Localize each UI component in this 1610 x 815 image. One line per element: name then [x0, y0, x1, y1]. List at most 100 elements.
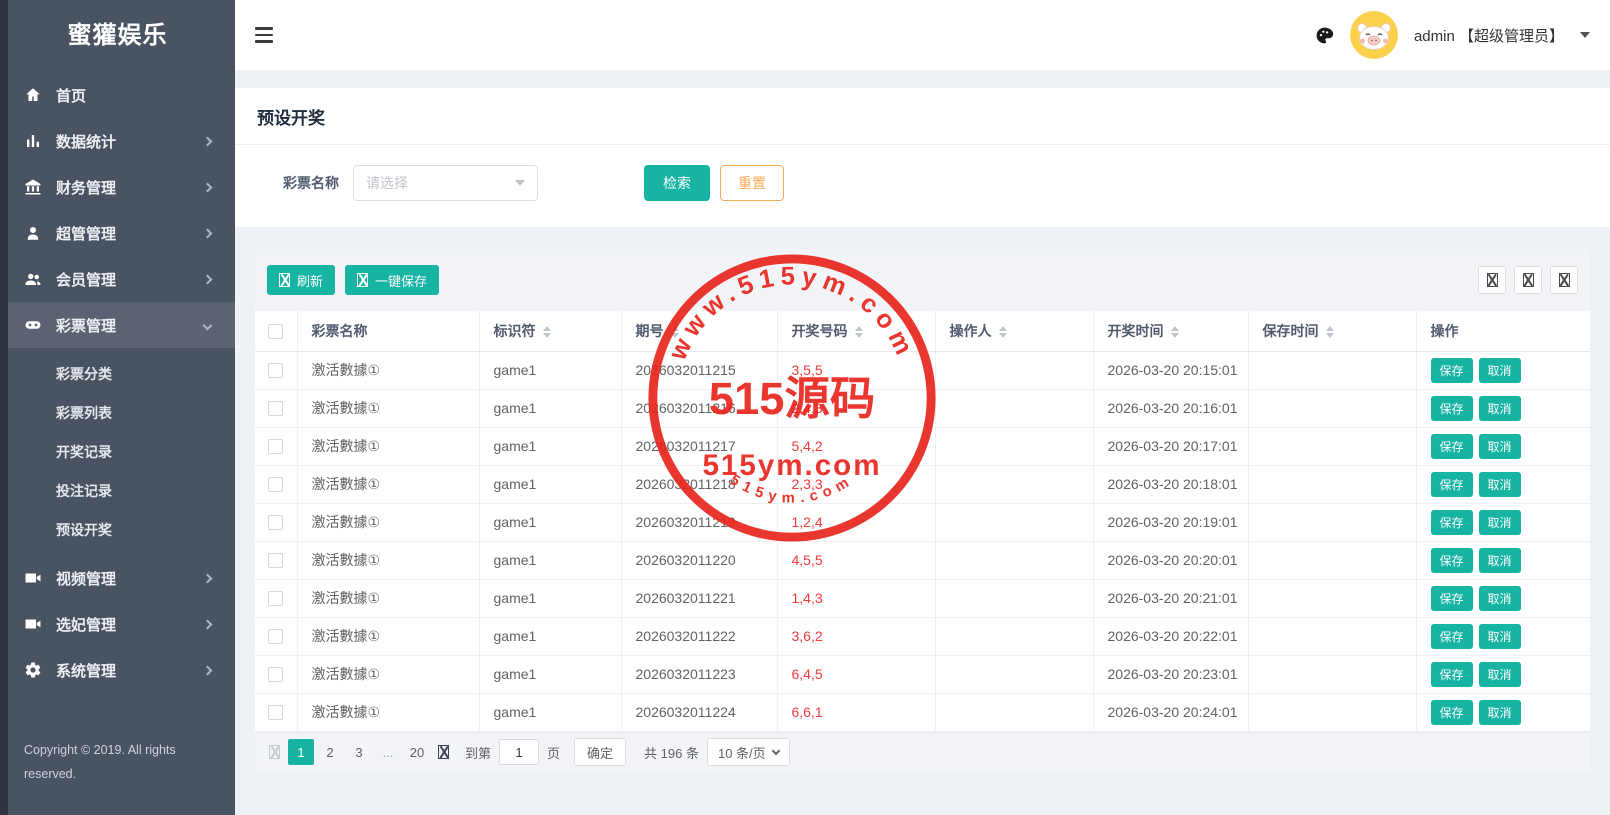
user-dropdown-caret-icon[interactable]	[1580, 32, 1590, 38]
sidebar-subitem-lottery-category[interactable]: 彩票分类	[0, 354, 235, 393]
cancel-row-button[interactable]: 取消	[1479, 472, 1521, 497]
cancel-row-button[interactable]: 取消	[1479, 434, 1521, 459]
user-menu[interactable]: admin 【超级管理员】	[1414, 25, 1564, 46]
toolbar-icon-button-2[interactable]	[1514, 266, 1542, 294]
sort-icon[interactable]	[543, 326, 551, 338]
sidebar-item-home[interactable]: 首页	[0, 72, 235, 118]
cancel-row-button[interactable]: 取消	[1479, 358, 1521, 383]
row-checkbox[interactable]	[268, 439, 283, 454]
table-row: 激活數據①game120260320112223,6,22026-03-20 2…	[255, 617, 1590, 655]
toolbar-icon-button-1[interactable]	[1478, 266, 1506, 294]
sidebar-item-xuanfei[interactable]: 选妃管理	[0, 601, 235, 647]
column-header-2[interactable]: 期号	[621, 311, 777, 351]
row-checkbox[interactable]	[268, 477, 283, 492]
cell-name: 激活數據①	[297, 427, 479, 465]
save-row-button[interactable]: 保存	[1431, 624, 1473, 649]
save-row-button[interactable]: 保存	[1431, 510, 1473, 535]
save-all-button[interactable]: 一键保存	[345, 265, 439, 295]
page-number-20[interactable]: 20	[404, 739, 430, 765]
row-checkbox[interactable]	[268, 515, 283, 530]
cancel-row-button[interactable]: 取消	[1479, 510, 1521, 535]
cell-save	[1248, 427, 1416, 465]
row-checkbox[interactable]	[268, 591, 283, 606]
sidebar-item-statistics[interactable]: 数据统计	[0, 118, 235, 164]
toolbar-icon-button-3[interactable]	[1550, 266, 1578, 294]
save-row-button[interactable]: 保存	[1431, 700, 1473, 725]
sort-icon[interactable]	[671, 326, 679, 338]
cell-save	[1248, 351, 1416, 389]
sidebar-item-system[interactable]: 系统管理	[0, 647, 235, 693]
cell-operator	[935, 693, 1093, 731]
save-row-button[interactable]: 保存	[1431, 358, 1473, 383]
cancel-row-button[interactable]: 取消	[1479, 586, 1521, 611]
sort-icon[interactable]	[855, 326, 863, 338]
row-checkbox[interactable]	[268, 705, 283, 720]
sidebar-scrollbar[interactable]	[0, 0, 8, 815]
save-row-button[interactable]: 保存	[1431, 662, 1473, 687]
cancel-row-button[interactable]: 取消	[1479, 662, 1521, 687]
save-row-button[interactable]: 保存	[1431, 548, 1473, 573]
row-checkbox[interactable]	[268, 401, 283, 416]
lottery-name-select[interactable]: 请选择	[353, 165, 538, 201]
cell-issue: 2026032011221	[621, 579, 777, 617]
cell-code: game1	[479, 541, 621, 579]
goto-page-input[interactable]	[499, 739, 539, 765]
save-row-button[interactable]: 保存	[1431, 472, 1473, 497]
table-header-row: 彩票名称标识符期号开奖号码操作人开奖时间保存时间操作	[255, 311, 1590, 351]
page-size-select[interactable]: 10 条/页	[707, 738, 790, 766]
sidebar-item-superadmin[interactable]: 超管管理	[0, 210, 235, 256]
search-button[interactable]: 检索	[644, 165, 710, 201]
page-ellipsis: ...	[375, 739, 401, 765]
refresh-button[interactable]: 刷新	[267, 265, 335, 295]
reset-button[interactable]: 重置	[720, 165, 784, 201]
cell-issue: 2026032011222	[621, 617, 777, 655]
sidebar-subitem-bet-records[interactable]: 投注记录	[0, 471, 235, 510]
row-checkbox[interactable]	[268, 667, 283, 682]
page-number-1[interactable]: 1	[288, 739, 314, 765]
column-header-6[interactable]: 保存时间	[1248, 311, 1416, 351]
cell-draw: 2026-03-20 20:19:01	[1093, 503, 1248, 541]
row-checkbox[interactable]	[268, 629, 283, 644]
sort-icon[interactable]	[999, 326, 1007, 338]
page-title: 预设开奖	[257, 104, 1588, 129]
user-avatar[interactable]	[1350, 11, 1398, 59]
sidebar-item-finance[interactable]: 财务管理	[0, 164, 235, 210]
unknown-glyph-icon	[1523, 273, 1534, 287]
goto-confirm-button[interactable]: 确定	[574, 738, 626, 766]
sort-icon[interactable]	[1171, 326, 1179, 338]
save-row-button[interactable]: 保存	[1431, 434, 1473, 459]
save-row-button[interactable]: 保存	[1431, 586, 1473, 611]
row-checkbox[interactable]	[268, 553, 283, 568]
sidebar-subitem-preset-draw[interactable]: 预设开奖	[0, 510, 235, 549]
cancel-row-button[interactable]: 取消	[1479, 700, 1521, 725]
column-header-5[interactable]: 开奖时间	[1093, 311, 1248, 351]
sidebar-item-lottery[interactable]: 彩票管理	[0, 302, 235, 348]
cell-name: 激活數據①	[297, 617, 479, 655]
page-number-2[interactable]: 2	[317, 739, 343, 765]
save-row-button[interactable]: 保存	[1431, 396, 1473, 421]
page-number-3[interactable]: 3	[346, 739, 372, 765]
theme-palette-icon[interactable]	[1315, 26, 1334, 45]
prev-page-button[interactable]	[269, 745, 280, 759]
unknown-glyph-icon	[1487, 273, 1498, 287]
row-checkbox[interactable]	[268, 363, 283, 378]
next-page-button[interactable]	[438, 745, 449, 759]
cell-operator	[935, 351, 1093, 389]
sidebar-item-video[interactable]: 视频管理	[0, 555, 235, 601]
column-header-7: 操作	[1416, 311, 1590, 351]
cell-save	[1248, 617, 1416, 655]
sort-icon[interactable]	[1326, 326, 1334, 338]
cancel-row-button[interactable]: 取消	[1479, 548, 1521, 573]
sidebar-item-members[interactable]: 会员管理	[0, 256, 235, 302]
column-header-1[interactable]: 标识符	[479, 311, 621, 351]
sidebar-toggle-icon[interactable]	[255, 27, 275, 43]
cancel-row-button[interactable]: 取消	[1479, 624, 1521, 649]
sidebar-subitem-draw-records[interactable]: 开奖记录	[0, 432, 235, 471]
column-header-0: 彩票名称	[297, 311, 479, 351]
cancel-row-button[interactable]: 取消	[1479, 396, 1521, 421]
sidebar-subitem-lottery-list[interactable]: 彩票列表	[0, 393, 235, 432]
cell-actions: 保存取消	[1416, 693, 1590, 731]
column-header-3[interactable]: 开奖号码	[777, 311, 935, 351]
select-all-checkbox[interactable]	[268, 324, 283, 339]
column-header-4[interactable]: 操作人	[935, 311, 1093, 351]
